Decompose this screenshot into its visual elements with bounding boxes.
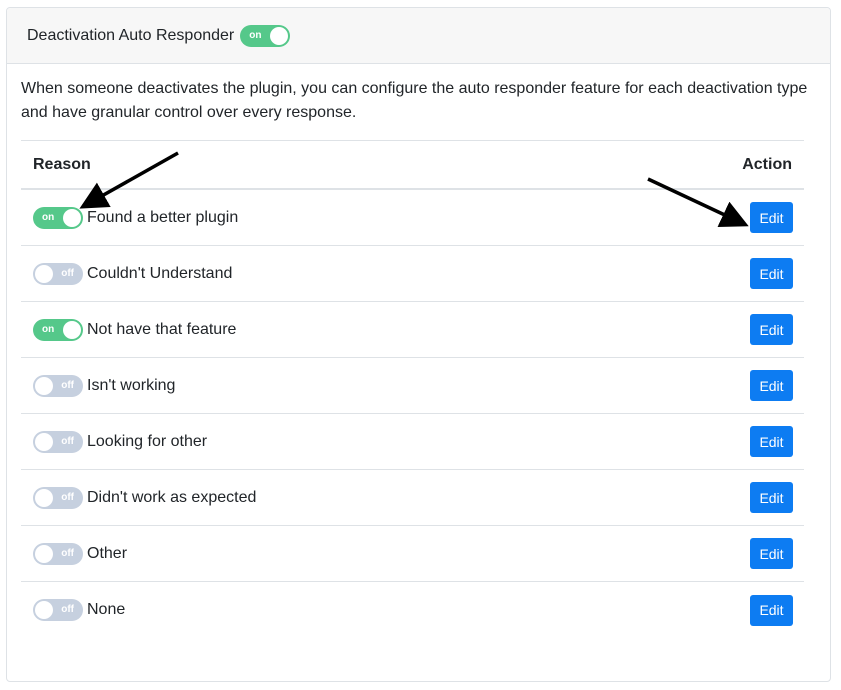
edit-button[interactable]: Edit [750,314,793,345]
table-row: off Other Edit [21,526,804,582]
toggle-state-label: off [61,604,74,615]
table-header: Reason Action [21,140,804,190]
table-row: off Didn't work as expected Edit [21,470,804,526]
reason-label: Not have that feature [87,320,237,338]
table-row: off Couldn't Understand Edit [21,246,804,302]
table-row: off Isn't working Edit [21,358,804,414]
toggle-knob [35,376,53,395]
toggle-state-label: off [61,435,74,447]
edit-button[interactable]: Edit [750,594,793,626]
toggle-knob [35,488,53,507]
card-title: Deactivation Auto Responder [27,26,235,44]
card-header: Deactivation Auto Responder on [7,8,830,64]
toggle-state-label: on [42,211,55,223]
table-row: on Not have that feature Edit [21,302,804,358]
table-row: on Found a better plugin Edit [21,190,804,246]
reason-toggle[interactable]: on [33,206,83,229]
auto-responder-toggle[interactable]: on [240,24,291,47]
reason-cell: off Isn't working [33,374,176,397]
reason-label: Looking for other [87,432,208,450]
toggle-state-label: off [61,547,74,559]
reason-label: Isn't working [87,376,176,394]
edit-button[interactable]: Edit [750,370,793,401]
reason-cell: off None [33,599,125,621]
toggle-state-label: on [249,29,262,41]
table-row: off None Edit [21,582,804,638]
table-body: on Found a better plugin Edit off Couldn't U… [21,190,804,638]
reason-toggle[interactable]: off [33,542,83,565]
reason-cell: on Not have that feature [33,318,237,341]
toggle-knob [35,432,53,451]
reason-cell: on Found a better plugin [33,206,239,229]
reason-toggle[interactable]: off [33,374,83,397]
reason-cell: off Other [33,542,128,565]
toggle-knob [35,264,53,283]
edit-button[interactable]: Edit [750,202,793,233]
edit-button[interactable]: Edit [750,426,793,457]
reason-label: Other [87,544,128,562]
toggle-knob [270,26,289,45]
reasons-table: Reason Action on Found a better plugin Edi… [21,140,804,638]
reason-cell: off Didn't work as expected [33,486,257,509]
reason-cell: off Looking for other [33,430,208,453]
description-text: When someone deactivates the plugin, you… [21,80,808,121]
edit-button[interactable]: Edit [750,538,793,569]
toggle-knob [63,208,81,227]
reason-label: None [87,601,126,618]
column-header-action: Action [742,155,792,173]
table-row: off Looking for other Edit [21,414,804,470]
toggle-state-label: off [61,379,74,391]
toggle-knob [63,320,81,339]
reason-label: Didn't work as expected [87,488,257,506]
toggle-knob [35,601,53,619]
reason-cell: off Couldn't Understand [33,262,233,285]
reason-toggle[interactable]: on [33,318,83,341]
toggle-state-label: off [61,491,74,503]
reason-label: Found a better plugin [87,208,239,226]
toggle-state-label: off [61,267,74,279]
edit-button[interactable]: Edit [750,482,793,513]
reason-label: Couldn't Understand [87,264,233,282]
reason-toggle[interactable]: off [33,599,83,621]
edit-button[interactable]: Edit [750,258,793,289]
reason-toggle[interactable]: off [33,486,83,509]
toggle-state-label: on [42,323,55,335]
reason-toggle[interactable]: off [33,430,83,453]
toggle-knob [35,544,53,563]
reason-toggle[interactable]: off [33,262,83,285]
column-header-reason: Reason [33,155,91,173]
